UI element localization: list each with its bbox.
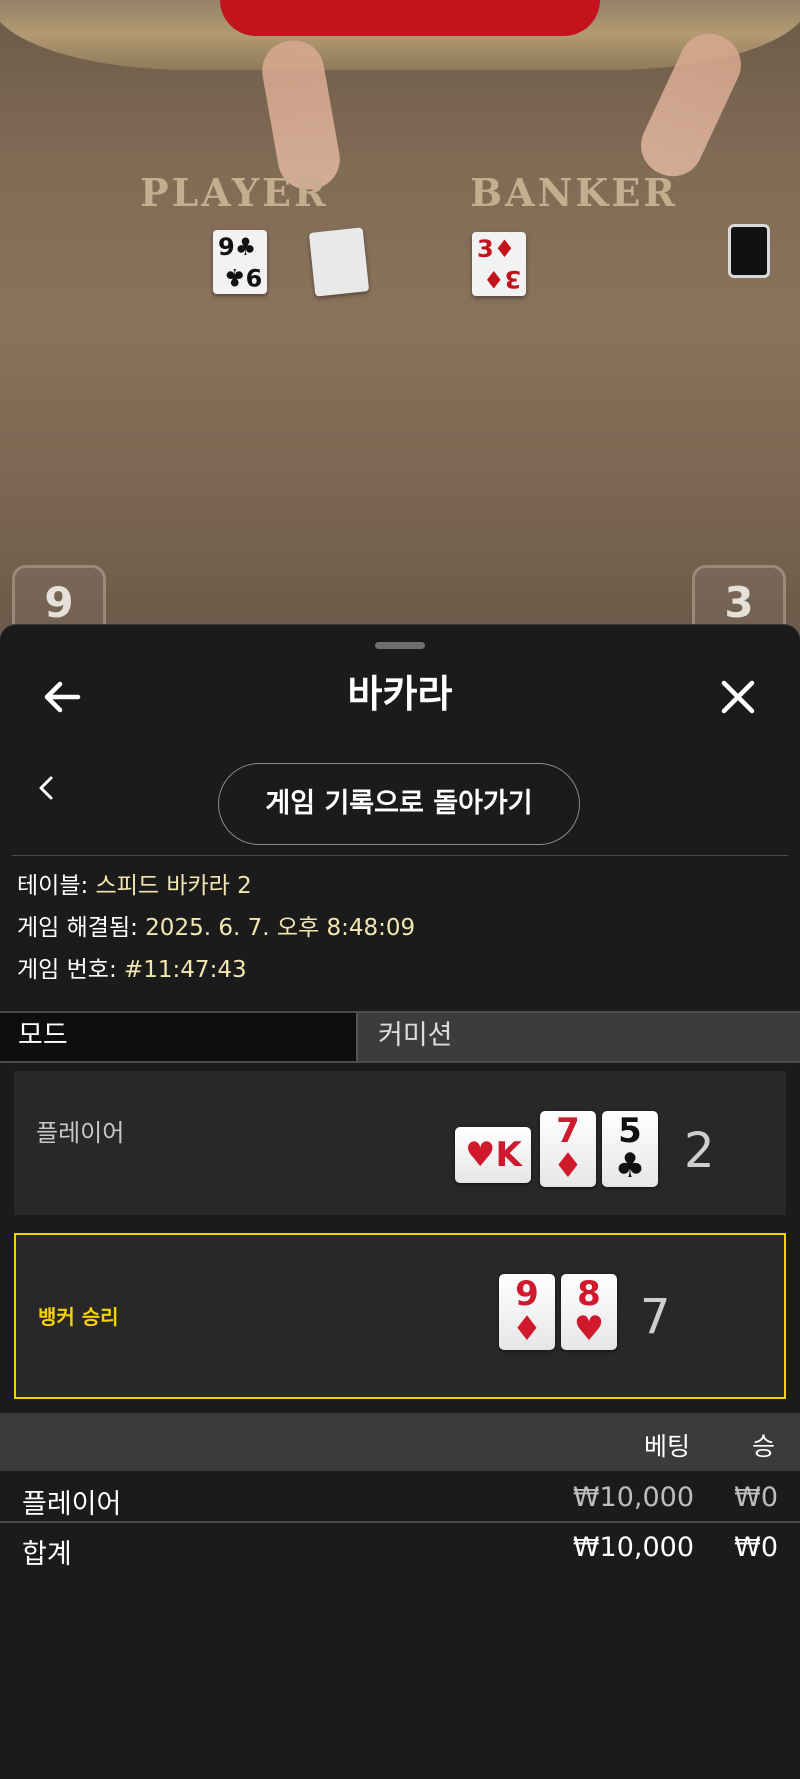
back-to-history-button[interactable]: 게임 기록으로 돌아가기 [218, 763, 580, 845]
chevron-left-icon[interactable] [28, 770, 64, 806]
banker-hand-score: 7 [640, 1289, 671, 1345]
player-hand-label: 플레이어 [36, 1119, 125, 1147]
banker-win-label: 뱅커 승리 [38, 1305, 119, 1329]
total-name: 합계 [22, 1539, 72, 1570]
player-card-3: 5 ♣ [602, 1111, 658, 1187]
mode-label: 모드 [0, 1013, 356, 1061]
table-info-label: 테이블: [17, 873, 96, 899]
banker-hand-panel: 뱅커 승리 9 ♦ 8 ♥ 7 [14, 1233, 786, 1399]
close-icon[interactable] [714, 673, 762, 721]
game-number-value: #11:47:43 [124, 957, 247, 983]
resolved-info-label: 게임 해결됨: [17, 915, 146, 941]
win-column-header: 승 [752, 1432, 776, 1461]
bets-table-header: 베팅 승 [0, 1413, 800, 1471]
total-win: ₩0 [734, 1532, 778, 1563]
resolved-info-value: 2025. 6. 7. 오후 8:48:09 [145, 915, 416, 941]
player-hand-panel: 플레이어 ♥K 7 ♦ 5 ♣ 2 [14, 1071, 786, 1215]
dealer [220, 0, 600, 36]
sheet-drag-handle[interactable] [375, 642, 425, 649]
player-table-card: 9♣ 9♣ [213, 230, 267, 294]
total-row: 합계 ₩10,000 ₩0 [0, 1523, 800, 1571]
game-detail-sheet: 바카라 게임 기록으로 돌아가기 테이블: 스피드 바카라 2 게임 해결됨: … [0, 624, 800, 1779]
banker-card-2: 8 ♥ [561, 1274, 617, 1350]
bet-row-name: 플레이어 [22, 1489, 122, 1520]
bet-row-bet: ₩10,000 [572, 1482, 694, 1513]
table-row: 플레이어 ₩10,000 ₩0 [0, 1473, 800, 1521]
mode-row: 모드 커미션 [0, 1011, 800, 1063]
dealt-card-in-hand [308, 227, 370, 297]
banker-card-1: 9 ♦ [499, 1274, 555, 1350]
table-info-value: 스피드 바카라 2 [95, 873, 252, 899]
player-hand-score: 2 [684, 1123, 715, 1179]
total-bet: ₩10,000 [572, 1532, 694, 1563]
player-card-2: 7 ♦ [540, 1111, 596, 1187]
mode-value: 커미션 [356, 1013, 800, 1061]
game-number-label: 게임 번호: [17, 957, 125, 983]
sheet-title: 바카라 [347, 672, 453, 716]
bet-row-win: ₩0 [734, 1482, 778, 1513]
banker-area-label: BANKER [470, 170, 678, 215]
player-area-label: PLAYER [140, 170, 329, 215]
bet-column-header: 베팅 [644, 1432, 691, 1461]
live-video-feed: PLAYER BANKER 9♣ 9♣ 3♦ 3♦ 9 3 [0, 0, 800, 640]
resolved-info: 게임 해결됨: 2025. 6. 7. 오후 8:48:09 [17, 913, 415, 943]
banker-table-card: 3♦ 3♦ [472, 232, 526, 296]
divider [12, 855, 788, 856]
game-number-info: 게임 번호: #11:47:43 [17, 955, 247, 985]
player-card-1: ♥K [455, 1127, 531, 1183]
table-info: 테이블: 스피드 바카라 2 [17, 871, 252, 901]
card-shoe [728, 224, 770, 278]
